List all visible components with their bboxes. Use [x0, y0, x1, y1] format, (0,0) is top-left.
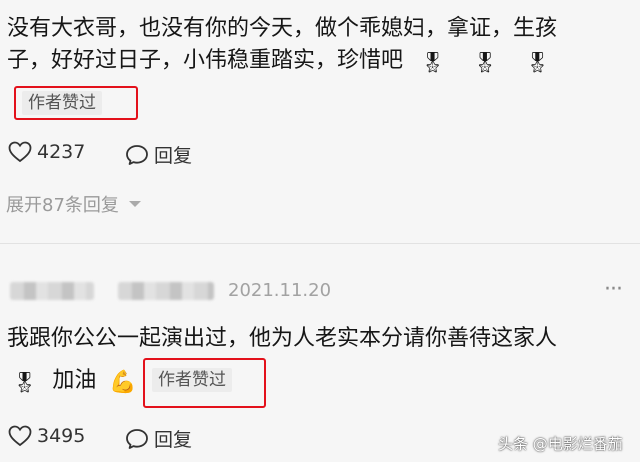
comment-1-line-1: 没有大衣哥，也没有你的今天，做个乖媳妇，拿证，生孩 — [7, 16, 558, 41]
blurred-username — [118, 282, 214, 300]
like-button[interactable]: 3495 — [8, 425, 85, 447]
comment-2-line-1: 我跟你公公一起演出过，他为人老实本分请你善待这家人 — [7, 326, 558, 351]
watermark: 头条 @电影烂番茄 — [498, 435, 623, 453]
like-button[interactable]: 4237 — [8, 141, 85, 163]
author-liked-tag: 作者赞过 — [22, 91, 102, 115]
medal-emoji-icon: 🎖 — [524, 50, 551, 74]
medal-emoji-icon: 🎖 — [420, 50, 446, 74]
heart-icon — [8, 425, 32, 447]
medal-emoji-icon: 🎖 — [472, 50, 498, 74]
comment-bubble-icon — [126, 428, 148, 449]
comment-1-line-2-text: 子，好好过日子，小伟稳重踏实，珍惜吧 — [7, 48, 404, 73]
comment-bubble-icon — [126, 144, 148, 165]
author-liked-tag: 作者赞过 — [152, 368, 232, 392]
like-count: 3495 — [37, 425, 86, 447]
expand-replies-label: 展开87条回复 — [6, 195, 119, 216]
more-options-icon[interactable]: ··· — [604, 277, 623, 302]
reply-label: 回复 — [154, 145, 193, 167]
reply-button[interactable]: 回复 — [125, 141, 192, 168]
flexed-biceps-emoji-icon: 💪 — [109, 370, 137, 395]
expand-replies-button[interactable]: 展开87条回复 — [6, 191, 143, 217]
reply-label: 回复 — [154, 429, 193, 451]
comment-1-line-2: 子，好好过日子，小伟稳重踏实，珍惜吧 🎖 🎖 🎖 — [7, 46, 550, 77]
medal-emoji-icon: 🎖 — [12, 370, 38, 394]
blurred-username — [10, 282, 94, 300]
like-count: 4237 — [37, 141, 86, 163]
reply-button[interactable]: 回复 — [125, 425, 192, 452]
heart-icon — [8, 141, 32, 163]
chevron-down-icon — [128, 201, 141, 207]
comment-divider — [0, 243, 640, 244]
comment-2-line-2: 🎖 加油 💪 — [12, 366, 137, 398]
comment-2-line-2-text: 加油 — [52, 368, 97, 393]
comment-date: 2021.11.20 — [228, 280, 332, 301]
